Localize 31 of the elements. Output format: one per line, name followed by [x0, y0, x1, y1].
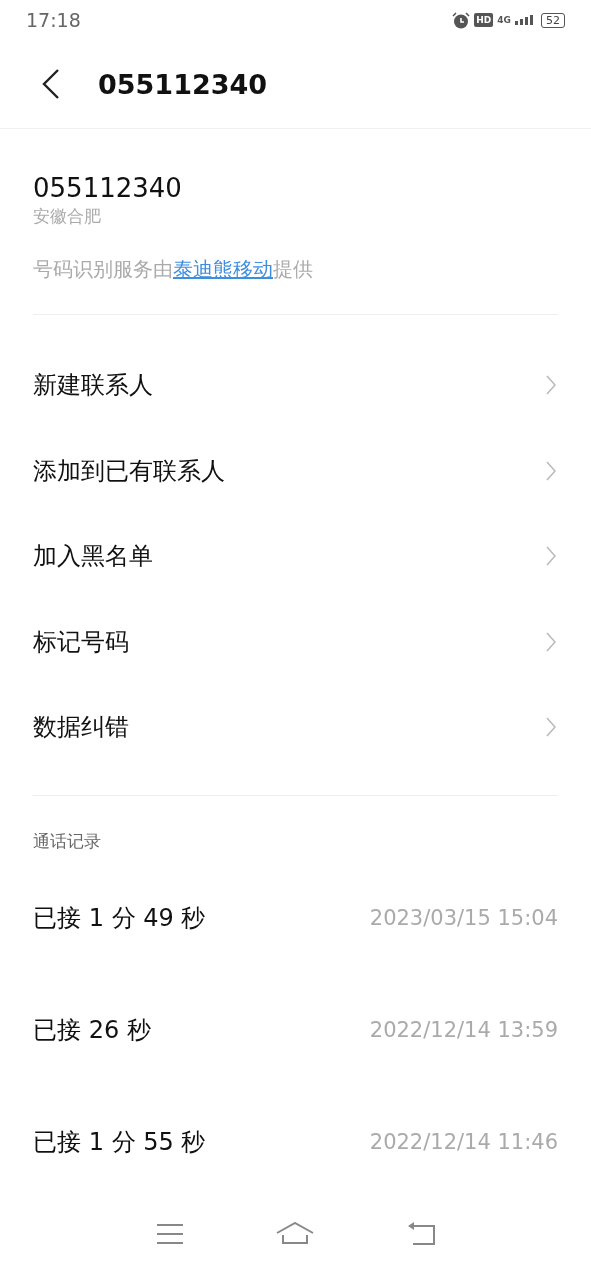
caller-number: 055112340 — [33, 172, 183, 203]
call-time: 2022/12/14 11:46 — [369, 1130, 558, 1155]
call-time: 2022/12/14 13:59 — [369, 1018, 558, 1043]
action-item[interactable]: 标记号码 — [33, 599, 558, 685]
action-item[interactable]: 数据纠错 — [33, 684, 558, 771]
battery-level: 52 — [541, 12, 565, 28]
network-type: 4G — [497, 15, 511, 26]
caller-location: 安徽合肥 — [33, 204, 102, 228]
call-status: 已接 1 分 49 秒 — [33, 903, 206, 935]
chevron-icon — [546, 375, 556, 396]
header-title: 055112340 — [98, 68, 268, 100]
alarm-icon — [452, 11, 471, 29]
hd-badge: HD — [474, 13, 494, 28]
action-item[interactable]: 加入黑名单 — [33, 513, 558, 600]
signal-icon — [515, 15, 533, 26]
chevron-icon — [546, 631, 556, 652]
call-status: 已接 26 秒 — [33, 1015, 151, 1047]
chevron-icon — [546, 546, 556, 567]
chevron-icon — [546, 460, 556, 481]
menu-icon[interactable] — [156, 1223, 185, 1246]
back-nav-icon[interactable] — [406, 1222, 435, 1247]
section-title: 通话记录 — [33, 830, 102, 854]
action-item[interactable]: 新建联系人 — [33, 342, 558, 429]
service-note: 号码识别服务由泰迪熊移动提供 — [33, 255, 314, 283]
call-time: 2023/03/15 15:04 — [369, 906, 558, 931]
call-status: 已接 1 分 55 秒 — [33, 1127, 206, 1159]
action-item[interactable]: 添加到已有联系人 — [33, 428, 558, 514]
back-icon[interactable] — [42, 68, 60, 100]
chevron-icon — [546, 717, 556, 738]
status-time: 17:18 — [26, 9, 81, 32]
home-icon[interactable] — [276, 1222, 315, 1247]
